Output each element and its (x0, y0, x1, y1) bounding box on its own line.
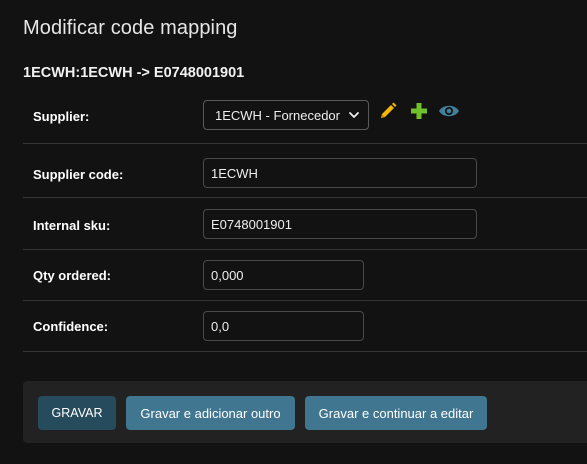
form-row-supplier: Supplier: 1ECWH - Fornecedor 1 (23, 95, 587, 144)
confidence-input[interactable] (203, 311, 364, 341)
supplier-select-value: 1ECWH - Fornecedor 1 (215, 107, 344, 123)
qty-ordered-label: Qty ordered: (33, 268, 112, 283)
submit-row: GRAVAR Gravar e adicionar outro Gravar e… (23, 381, 587, 443)
form-row-qty-ordered: Qty ordered: (23, 250, 587, 301)
save-continue-button[interactable]: Gravar e continuar a editar (305, 396, 487, 430)
supplier-select[interactable]: 1ECWH - Fornecedor 1 (203, 100, 369, 130)
internal-sku-input[interactable] (203, 209, 477, 239)
form-row-confidence: Confidence: (23, 301, 587, 352)
form-row-internal-sku: Internal sku: (23, 198, 587, 250)
eye-icon[interactable] (438, 101, 460, 121)
supplier-code-input[interactable] (203, 158, 477, 188)
object-title: 1ECWH:1ECWH -> E0748001901 (23, 65, 245, 81)
save-add-another-button[interactable]: Gravar e adicionar outro (126, 396, 295, 430)
save-button[interactable]: GRAVAR (38, 396, 116, 430)
chevron-down-icon (349, 112, 359, 118)
supplier-code-label: Supplier code: (33, 167, 124, 182)
internal-sku-label: Internal sku: (33, 218, 111, 233)
page-title: Modificar code mapping (23, 17, 238, 39)
qty-ordered-input[interactable] (203, 260, 364, 290)
confidence-label: Confidence: (33, 319, 109, 334)
plus-icon[interactable] (409, 101, 429, 121)
pencil-icon[interactable] (378, 101, 398, 121)
supplier-label: Supplier: (33, 109, 90, 124)
form-row-supplier-code: Supplier code: (23, 144, 587, 198)
